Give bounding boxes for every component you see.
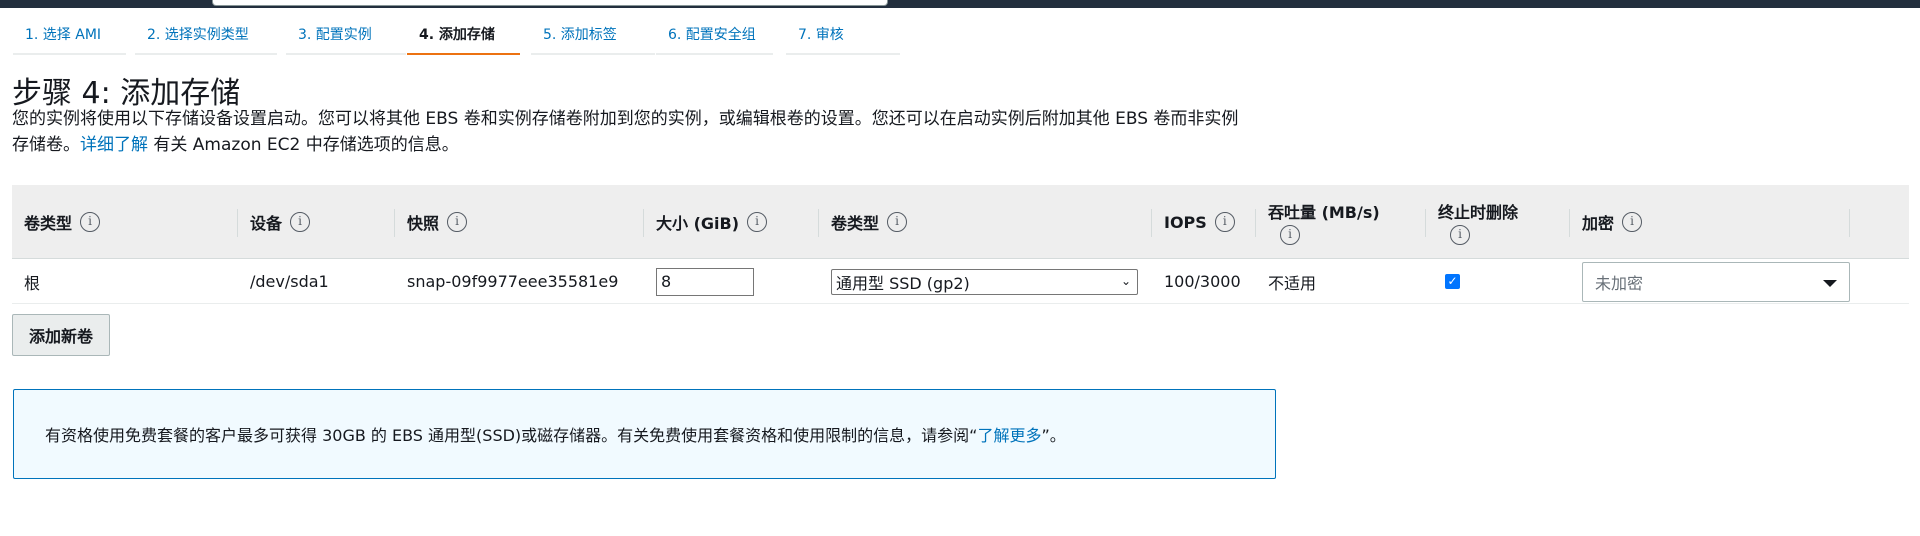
header-iops-label: IOPS: [1164, 212, 1207, 232]
cell-encryption: 未加密: [1582, 259, 1850, 304]
cell-iops: 100/3000: [1164, 272, 1241, 291]
cell-delete-on-termination: ✓: [1433, 259, 1460, 304]
storage-table: 卷类型 i 设备 i 快照 i 大小 (GiB) i 卷类型 i IOPS i: [12, 185, 1909, 304]
chevron-down-icon: ⌄: [1120, 273, 1131, 288]
volume-type-selected: 通用型 SSD (gp2): [836, 273, 970, 293]
column-divider: [1849, 209, 1850, 237]
info-icon[interactable]: i: [1450, 225, 1470, 245]
top-nav-bar: [0, 0, 1920, 8]
header-encryption-label: 加密: [1582, 214, 1615, 233]
header-delete-on-termination: 终止时删除 i: [1426, 185, 1570, 259]
free-tier-info-alert: 有资格使用免费套餐的客户最多可获得 30GB 的 EBS 通用型(SSD)或磁存…: [13, 389, 1276, 479]
page-description: 您的实例将使用以下存储设备设置启动。您可以将其他 EBS 卷和实例存储卷附加到您…: [12, 106, 1312, 158]
header-snapshot: 快照 i: [395, 185, 644, 259]
delete-on-termination-checkbox[interactable]: ✓: [1445, 274, 1460, 289]
header-throughput-label: 吞吐量 (MB/s): [1268, 203, 1380, 222]
header-snapshot-label: 快照: [407, 214, 440, 233]
cell-ebs-volume-type: 通用型 SSD (gp2) ⌄: [819, 259, 1138, 304]
header-device-label: 设备: [250, 214, 283, 233]
description-prefix: 存储卷。: [12, 135, 80, 155]
encryption-selected: 未加密: [1595, 273, 1644, 293]
cell-snapshot: snap-09f9977eee35581e9: [407, 272, 619, 291]
step-review[interactable]: 7. 审核: [786, 20, 900, 55]
cell-volume-type: 根: [24, 273, 41, 293]
header-volume-type-label: 卷类型: [24, 214, 73, 233]
header-encryption: 加密 i: [1570, 185, 1850, 259]
header-device: 设备 i: [238, 185, 395, 259]
step-choose-instance-type[interactable]: 2. 选择实例类型: [135, 20, 277, 55]
cell-throughput: 不适用: [1268, 273, 1317, 293]
header-throughput: 吞吐量 (MB/s) i: [1256, 185, 1426, 259]
info-icon[interactable]: i: [747, 212, 768, 232]
info-icon[interactable]: i: [80, 212, 101, 232]
size-input[interactable]: [656, 267, 754, 296]
info-icon[interactable]: i: [1214, 212, 1235, 232]
search-box-edge[interactable]: [212, 0, 888, 6]
cell-device: /dev/sda1: [250, 272, 329, 291]
info-icon[interactable]: i: [1622, 212, 1643, 232]
info-icon[interactable]: i: [290, 212, 311, 232]
volume-type-select[interactable]: 通用型 SSD (gp2) ⌄: [831, 268, 1138, 295]
header-ebs-volume-type-label: 卷类型: [831, 214, 880, 233]
description-line-1: 您的实例将使用以下存储设备设置启动。您可以将其他 EBS 卷和实例存储卷附加到您…: [12, 109, 1239, 129]
add-new-volume-button[interactable]: 添加新卷: [12, 314, 110, 356]
step-configure-instance[interactable]: 3. 配置实例: [286, 20, 406, 55]
info-icon[interactable]: i: [1280, 225, 1300, 245]
alert-learn-more-link[interactable]: 了解更多: [977, 422, 1041, 446]
encryption-select[interactable]: 未加密: [1582, 261, 1850, 302]
header-delete-on-termination-label: 终止时删除: [1438, 203, 1519, 222]
header-size-label: 大小 (GiB): [656, 214, 740, 233]
step-choose-ami[interactable]: 1. 选择 AMI: [13, 20, 126, 55]
table-header: 卷类型 i 设备 i 快照 i 大小 (GiB) i 卷类型 i IOPS i: [12, 185, 1909, 259]
description-line-2: 存储卷。详细了解 有关 Amazon EC2 中存储选项的信息。: [12, 132, 1312, 158]
caret-down-icon: [1823, 279, 1837, 287]
header-ebs-volume-type: 卷类型 i: [819, 185, 1152, 259]
info-icon[interactable]: i: [887, 212, 908, 232]
step-configure-security-group[interactable]: 6. 配置安全组: [656, 20, 773, 55]
info-icon[interactable]: i: [447, 212, 468, 232]
header-iops: IOPS i: [1152, 185, 1256, 259]
alert-text-prefix: 有资格使用免费套餐的客户最多可获得 30GB 的 EBS 通用型(SSD)或磁存…: [45, 426, 978, 445]
alert-text-suffix: ”。: [1041, 426, 1066, 445]
cell-size: [644, 259, 754, 304]
step-add-tags[interactable]: 5. 添加标签: [531, 20, 655, 55]
table-row: 根 /dev/sda1 snap-09f9977eee35581e9 通用型 S…: [12, 259, 1909, 304]
header-volume-type: 卷类型 i: [12, 185, 238, 259]
description-suffix: 有关 Amazon EC2 中存储选项的信息。: [148, 135, 459, 155]
learn-more-link[interactable]: 详细了解: [80, 135, 148, 155]
header-size: 大小 (GiB) i: [644, 185, 819, 259]
step-add-storage[interactable]: 4. 添加存储: [407, 20, 520, 55]
